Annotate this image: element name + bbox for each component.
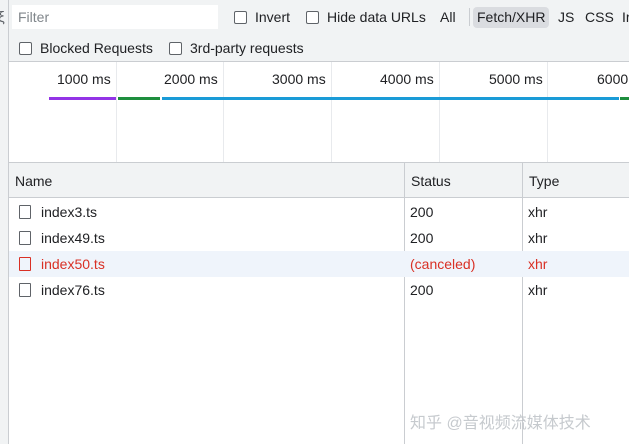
table-row[interactable]: index3.ts 200 xhr	[9, 199, 629, 225]
row-type: xhr	[528, 256, 548, 272]
type-filter-img[interactable]: Ir	[618, 7, 629, 28]
row-name: index49.ts	[41, 230, 105, 246]
watermark: 知乎 @音视频流媒体技术	[410, 415, 591, 432]
type-filter-divider	[469, 8, 470, 26]
request-options-toolbar: Blocked Requests 3rd-party requests	[9, 34, 629, 62]
column-header-name[interactable]: Name	[9, 163, 52, 198]
table-row[interactable]: index76.ts 200 xhr	[9, 277, 629, 303]
tick-line-1000	[116, 62, 117, 162]
invert-checkbox[interactable]: Invert	[234, 9, 290, 25]
type-filter-all[interactable]: All	[436, 7, 460, 28]
row-name: index50.ts	[41, 256, 105, 272]
tick-line-5000	[547, 62, 548, 162]
third-party-requests-label: 3rd-party requests	[190, 40, 304, 56]
hide-data-urls-label: Hide data URLs	[327, 9, 426, 25]
type-filter-fetch-xhr[interactable]: Fetch/XHR	[473, 7, 550, 28]
column-header-status[interactable]: Status	[405, 163, 451, 198]
filter-toolbar: Invert Hide data URLs All Fetch/XHR JS C…	[9, 0, 629, 34]
row-name: index76.ts	[41, 282, 105, 298]
timeline-bar-waiting	[49, 97, 116, 100]
type-filter-js[interactable]: JS	[554, 7, 578, 28]
file-icon	[19, 257, 31, 271]
row-type: xhr	[528, 230, 548, 246]
row-type: xhr	[528, 282, 548, 298]
blocked-requests-checkbox-box[interactable]	[19, 41, 32, 55]
type-filter-css[interactable]: CSS	[581, 7, 618, 28]
tick-label-4000: 4000 ms	[380, 71, 434, 87]
table-row[interactable]: index49.ts 200 xhr	[9, 225, 629, 251]
third-party-requests-checkbox[interactable]: 3rd-party requests	[169, 40, 304, 56]
invert-label: Invert	[255, 9, 291, 25]
tick-label-1000: 1000 ms	[57, 71, 111, 87]
invert-checkbox-box[interactable]	[234, 10, 247, 24]
table-row-error[interactable]: index50.ts (canceled) xhr	[9, 251, 629, 277]
filter-input[interactable]	[12, 5, 218, 29]
row-type: xhr	[528, 204, 548, 220]
file-icon	[19, 283, 31, 297]
file-icon	[19, 231, 31, 245]
hide-data-urls-checkbox[interactable]: Hide data URLs	[306, 9, 426, 25]
tick-label-5000: 5000 ms	[489, 71, 543, 87]
tick-label-2000: 2000 ms	[164, 71, 218, 87]
row-status: 200	[410, 204, 434, 220]
timeline-bar-content-2	[620, 97, 629, 100]
timeline-overview[interactable]: 1000 ms 2000 ms 3000 ms 4000 ms 5000 ms …	[9, 62, 629, 163]
row-status: 200	[410, 282, 434, 298]
timeline-bar-download	[162, 97, 619, 100]
edge-glyph-icon: ξ	[0, 9, 5, 26]
tick-line-2000	[223, 62, 224, 162]
column-header-type[interactable]: Type	[523, 163, 559, 198]
request-table: Name Status Type index3.ts 200 xhr index…	[9, 163, 629, 444]
tick-line-3000	[331, 62, 332, 162]
blocked-requests-checkbox[interactable]: Blocked Requests	[19, 40, 153, 56]
row-status: 200	[410, 230, 434, 246]
panel-left-edge: ξ	[0, 0, 9, 444]
row-name: index3.ts	[41, 204, 98, 220]
tick-line-4000	[439, 62, 440, 162]
tick-label-6000: 6000	[597, 71, 629, 87]
timeline-bar-content	[118, 97, 160, 100]
third-party-requests-checkbox-box[interactable]	[169, 41, 182, 55]
hide-data-urls-checkbox-box[interactable]	[306, 10, 319, 24]
tick-label-3000: 3000 ms	[272, 71, 326, 87]
blocked-requests-label: Blocked Requests	[40, 40, 153, 56]
table-header: Name Status Type	[9, 163, 629, 198]
file-icon	[19, 205, 31, 219]
row-status: (canceled)	[410, 256, 476, 272]
